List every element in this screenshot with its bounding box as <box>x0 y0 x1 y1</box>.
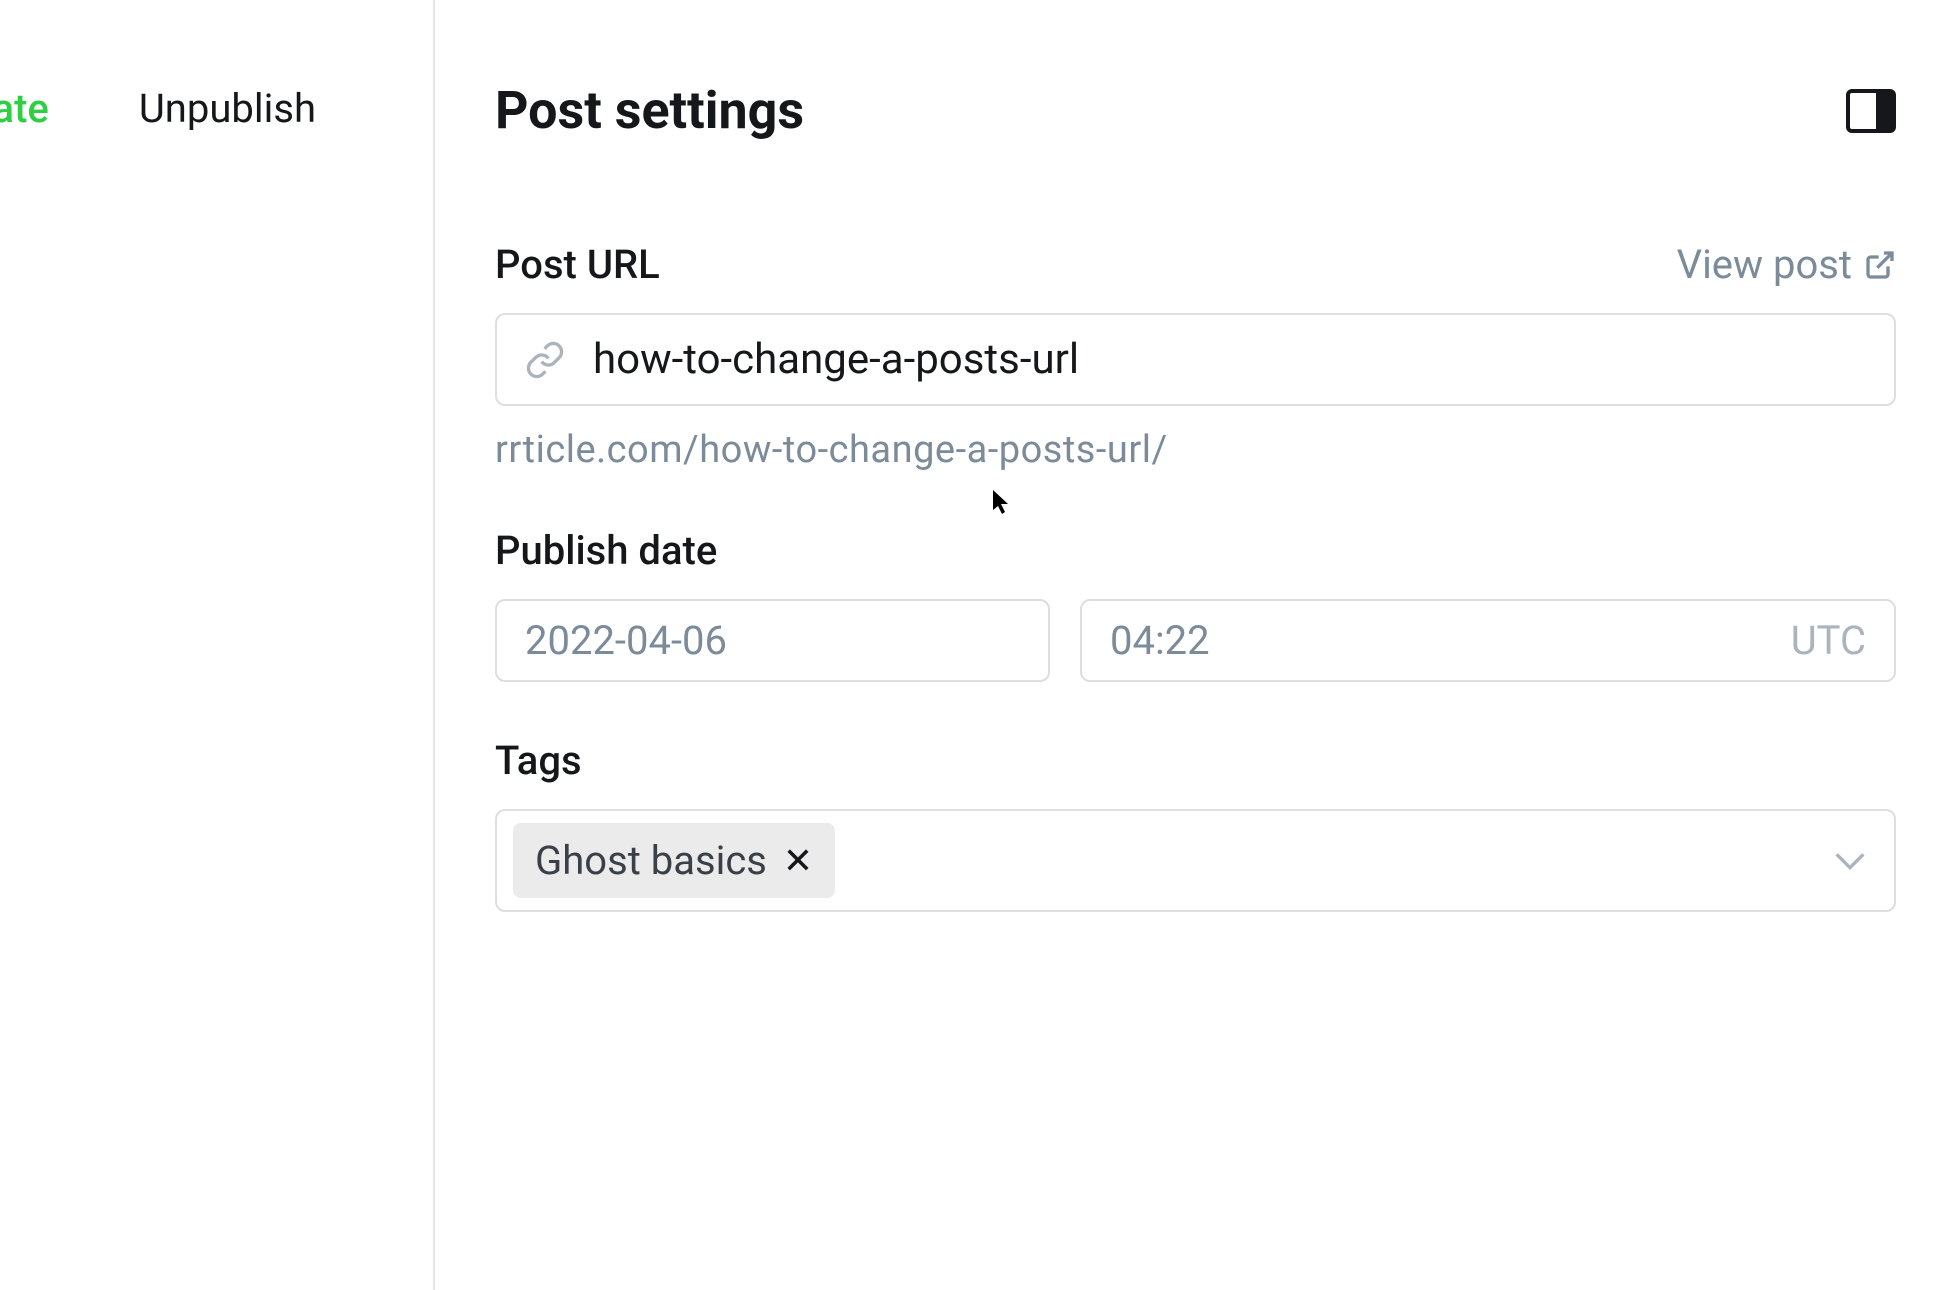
post-url-field-group: Post URL View post rrticle.com/how- <box>495 241 1896 472</box>
timezone-label: UTC <box>1791 617 1866 664</box>
view-post-text: View post <box>1677 241 1852 288</box>
app-container: date Unpublish Post settings Post URL Vi… <box>0 0 1956 1290</box>
mouse-cursor <box>993 490 1013 522</box>
tag-remove-icon[interactable]: ✕ <box>783 843 813 879</box>
time-input-wrapper[interactable]: UTC <box>1080 599 1896 682</box>
unpublish-button[interactable]: Unpublish <box>139 85 316 132</box>
tags-header: Tags <box>495 737 1896 784</box>
post-url-preview: rrticle.com/how-to-change-a-posts-url/ <box>495 428 1896 472</box>
view-post-link[interactable]: View post <box>1677 241 1896 288</box>
editor-actions: date Unpublish <box>0 85 316 132</box>
tag-chip: Ghost basics ✕ <box>513 823 835 898</box>
post-url-label: Post URL <box>495 241 660 288</box>
external-link-icon <box>1864 249 1896 281</box>
publish-date-label: Publish date <box>495 527 717 574</box>
post-url-input[interactable] <box>593 335 1866 384</box>
update-button[interactable]: date <box>0 85 49 132</box>
date-input[interactable] <box>525 617 1037 664</box>
date-input-wrapper[interactable] <box>495 599 1050 682</box>
tags-label: Tags <box>495 737 582 784</box>
chevron-down-icon[interactable] <box>1834 851 1866 871</box>
tag-name: Ghost basics <box>535 837 767 884</box>
link-icon <box>525 340 565 380</box>
post-url-header: Post URL View post <box>495 241 1896 288</box>
tags-input-wrapper[interactable]: Ghost basics ✕ <box>495 809 1896 912</box>
settings-title: Post settings <box>495 80 804 141</box>
settings-header: Post settings <box>495 80 1896 141</box>
publish-date-header: Publish date <box>495 527 1896 574</box>
tags-field-group: Tags Ghost basics ✕ <box>495 737 1896 912</box>
settings-panel: Post settings Post URL View post <box>435 0 1956 1290</box>
editor-panel: date Unpublish <box>0 0 435 1290</box>
time-input[interactable] <box>1110 617 1791 664</box>
sidebar-toggle-icon[interactable] <box>1846 89 1896 133</box>
post-url-input-wrapper[interactable] <box>495 313 1896 406</box>
publish-date-row: UTC <box>495 599 1896 682</box>
publish-date-field-group: Publish date UTC <box>495 527 1896 682</box>
